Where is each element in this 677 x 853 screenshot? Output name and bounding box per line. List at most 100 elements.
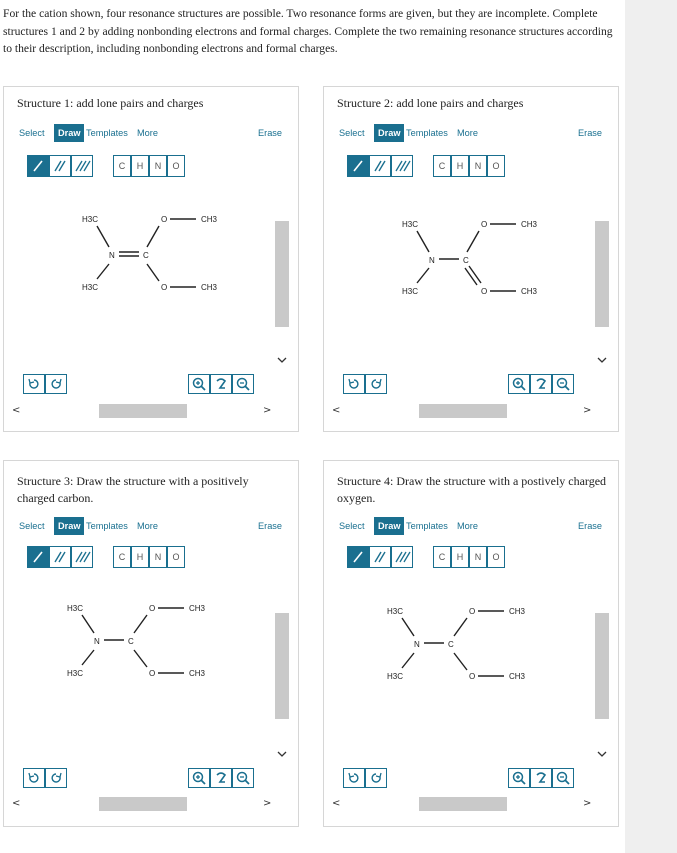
select-tool[interactable]: Select	[19, 517, 45, 535]
chevron-down-icon[interactable]	[595, 749, 609, 759]
vertical-scrollbar[interactable]	[275, 589, 289, 759]
reset-zoom-button[interactable]	[210, 768, 232, 788]
chevron-left-icon[interactable]: <	[332, 404, 340, 418]
vertical-scrollbar[interactable]	[275, 197, 289, 365]
atom-o-button[interactable]: O	[487, 546, 505, 568]
double-bond-button[interactable]	[49, 546, 71, 568]
zoom-out-button[interactable]	[552, 374, 574, 394]
zoom-out-button[interactable]	[232, 768, 254, 788]
atom-o-button[interactable]: O	[167, 546, 185, 568]
undo-button[interactable]	[343, 374, 365, 394]
erase-button[interactable]: Erase	[258, 517, 282, 535]
single-bond-button[interactable]	[27, 546, 49, 568]
triple-bond-button[interactable]	[71, 546, 93, 568]
atom-c-button[interactable]: C	[433, 546, 451, 568]
redo-button[interactable]	[45, 374, 67, 394]
scroll-thumb[interactable]	[419, 404, 507, 418]
atom-o-button[interactable]: O	[167, 155, 185, 177]
draw-tool[interactable]: Draw	[374, 517, 405, 535]
atom-n-button[interactable]: N	[469, 546, 487, 568]
more-tool[interactable]: More	[457, 124, 478, 142]
triple-bond-button[interactable]	[71, 155, 93, 177]
templates-tool[interactable]: Templates	[86, 124, 128, 142]
scroll-thumb[interactable]	[419, 797, 507, 811]
chevron-left-icon[interactable]: <	[332, 797, 340, 811]
erase-button[interactable]: Erase	[578, 124, 602, 142]
atom-c-button[interactable]: C	[113, 546, 131, 568]
scroll-thumb[interactable]	[99, 404, 187, 418]
undo-button[interactable]	[23, 768, 45, 788]
scroll-thumb[interactable]	[275, 221, 289, 327]
drawing-canvas[interactable]: H3C H3C N C O O CH3 CH3	[329, 589, 593, 729]
chevron-right-icon[interactable]: >	[263, 404, 271, 418]
zoom-in-button[interactable]	[188, 374, 210, 394]
templates-tool[interactable]: Templates	[406, 124, 448, 142]
atom-n-button[interactable]: N	[149, 155, 167, 177]
zoom-out-button[interactable]	[232, 374, 254, 394]
chevron-right-icon[interactable]: >	[583, 797, 591, 811]
vertical-scrollbar[interactable]	[595, 197, 609, 365]
atom-c-button[interactable]: C	[433, 155, 451, 177]
draw-tool[interactable]: Draw	[54, 124, 85, 142]
horizontal-scrollbar[interactable]: < >	[9, 404, 277, 418]
vertical-scrollbar[interactable]	[595, 589, 609, 759]
erase-button[interactable]: Erase	[258, 124, 282, 142]
zoom-out-button[interactable]	[552, 768, 574, 788]
atom-o-button[interactable]: O	[487, 155, 505, 177]
triple-bond-button[interactable]	[391, 155, 413, 177]
double-bond-button[interactable]	[369, 155, 391, 177]
atom-h-button[interactable]: H	[451, 155, 469, 177]
atom-h-button[interactable]: H	[451, 546, 469, 568]
scroll-thumb[interactable]	[595, 613, 609, 719]
chevron-down-icon[interactable]	[275, 749, 289, 759]
reset-zoom-button[interactable]	[210, 374, 232, 394]
erase-button[interactable]: Erase	[578, 517, 602, 535]
chevron-down-icon[interactable]	[595, 355, 609, 365]
select-tool[interactable]: Select	[339, 124, 365, 142]
select-tool[interactable]: Select	[339, 517, 365, 535]
double-bond-button[interactable]	[49, 155, 71, 177]
chevron-down-icon[interactable]	[275, 355, 289, 365]
reset-zoom-button[interactable]	[530, 768, 552, 788]
atom-h-button[interactable]: H	[131, 546, 149, 568]
chevron-left-icon[interactable]: <	[12, 404, 20, 418]
undo-button[interactable]	[23, 374, 45, 394]
drawing-canvas[interactable]: H3C H3C N C O O CH3 CH3	[9, 589, 273, 729]
redo-button[interactable]	[365, 374, 387, 394]
single-bond-button[interactable]	[347, 155, 369, 177]
scroll-thumb[interactable]	[595, 221, 609, 327]
draw-tool[interactable]: Draw	[54, 517, 85, 535]
drawing-canvas[interactable]: H3C H3C N C O O CH3 CH3	[9, 197, 273, 337]
single-bond-button[interactable]	[27, 155, 49, 177]
templates-tool[interactable]: Templates	[86, 517, 128, 535]
horizontal-scrollbar[interactable]: < >	[329, 797, 597, 811]
chevron-right-icon[interactable]: >	[583, 404, 591, 418]
more-tool[interactable]: More	[137, 124, 158, 142]
more-tool[interactable]: More	[137, 517, 158, 535]
chevron-right-icon[interactable]: >	[263, 797, 271, 811]
templates-tool[interactable]: Templates	[406, 517, 448, 535]
atom-h-button[interactable]: H	[131, 155, 149, 177]
triple-bond-button[interactable]	[391, 546, 413, 568]
atom-n-button[interactable]: N	[149, 546, 167, 568]
atom-c-button[interactable]: C	[113, 155, 131, 177]
horizontal-scrollbar[interactable]: < >	[329, 404, 597, 418]
zoom-in-button[interactable]	[508, 374, 530, 394]
chevron-left-icon[interactable]: <	[12, 797, 20, 811]
draw-tool[interactable]: Draw	[374, 124, 405, 142]
drawing-canvas[interactable]: H3C H3C N C O O CH3 CH3	[329, 197, 593, 337]
redo-button[interactable]	[45, 768, 67, 788]
zoom-in-button[interactable]	[508, 768, 530, 788]
atom-n-button[interactable]: N	[469, 155, 487, 177]
double-bond-button[interactable]	[369, 546, 391, 568]
undo-button[interactable]	[343, 768, 365, 788]
select-tool[interactable]: Select	[19, 124, 45, 142]
zoom-in-button[interactable]	[188, 768, 210, 788]
scroll-thumb[interactable]	[99, 797, 187, 811]
scroll-thumb[interactable]	[275, 613, 289, 719]
horizontal-scrollbar[interactable]: < >	[9, 797, 277, 811]
more-tool[interactable]: More	[457, 517, 478, 535]
reset-zoom-button[interactable]	[530, 374, 552, 394]
single-bond-button[interactable]	[347, 546, 369, 568]
redo-button[interactable]	[365, 768, 387, 788]
